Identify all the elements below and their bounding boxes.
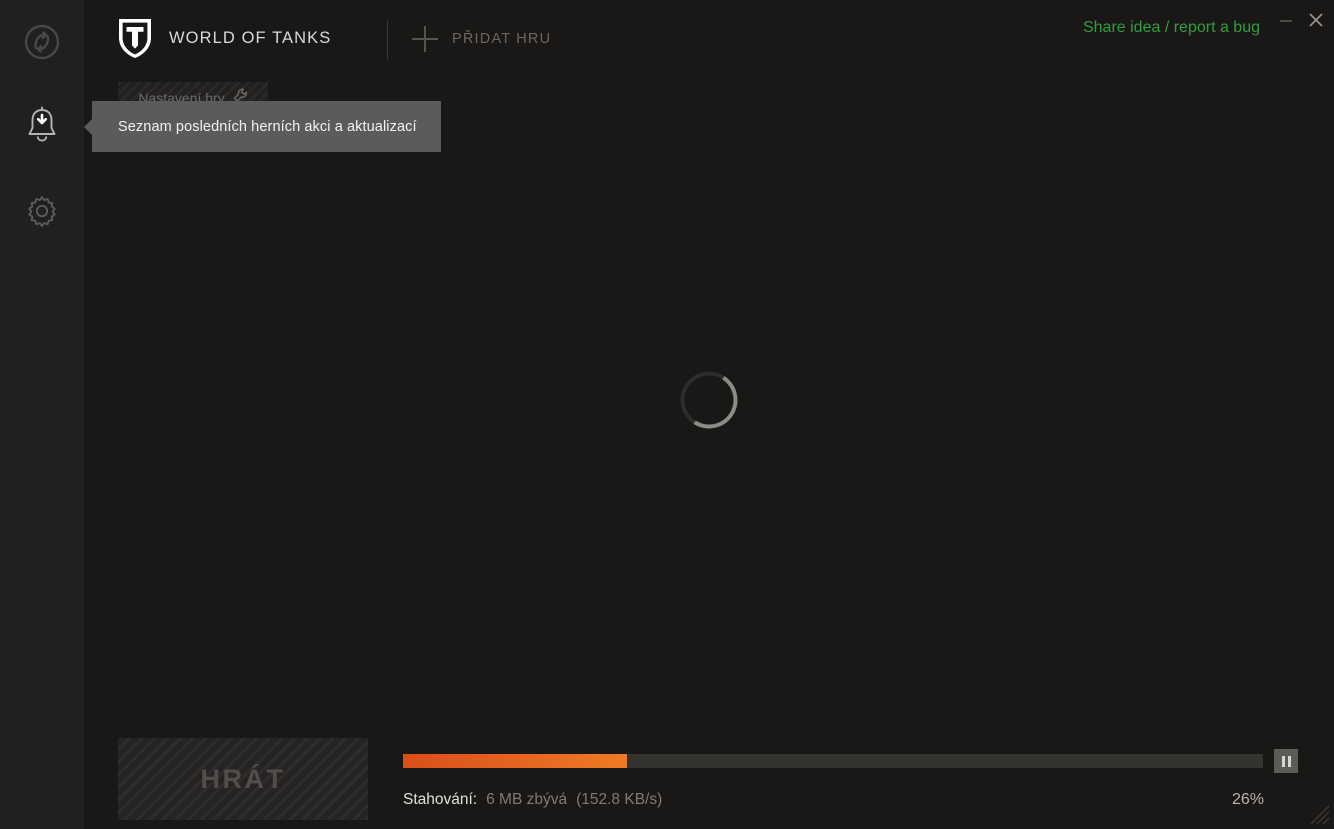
download-percent: 26% xyxy=(1231,791,1264,808)
sidebar-item-notifications[interactable] xyxy=(0,96,84,154)
wargaming-game-center-window: WORLD OF TANKS PŘIDAT HRU Share idea / r… xyxy=(0,0,1334,829)
close-icon xyxy=(1309,13,1323,27)
header-bar: WORLD OF TANKS PŘIDAT HRU Share idea / r… xyxy=(84,0,1334,80)
play-button-label: HRÁT xyxy=(200,763,286,794)
tooltip-arrow-icon xyxy=(84,119,92,135)
gear-icon xyxy=(25,194,59,228)
minimize-icon xyxy=(1280,20,1292,22)
play-button[interactable]: HRÁT xyxy=(118,738,368,820)
bottom-bar: HRÁT Stahování: 6 MB zbývá (152.8 KB/s) … xyxy=(84,719,1334,829)
world-of-tanks-shield-icon xyxy=(116,16,154,60)
download-label: Stahování: xyxy=(403,791,478,808)
report-bug-link[interactable]: Share idea / report a bug xyxy=(1083,19,1260,37)
download-progress-bar xyxy=(403,754,1263,768)
resize-grip-icon xyxy=(1310,805,1330,825)
resize-grip[interactable] xyxy=(1309,804,1331,826)
sidebar-item-wargaming-center[interactable] xyxy=(0,13,84,71)
download-remaining: 6 MB zbývá xyxy=(486,791,568,808)
minimize-button[interactable] xyxy=(1272,6,1300,34)
wargaming-center-icon xyxy=(23,23,61,61)
game-tab-world-of-tanks[interactable]: WORLD OF TANKS xyxy=(116,16,331,60)
download-status: Stahování: 6 MB zbývá (152.8 KB/s) xyxy=(403,791,662,809)
download-progress-fill xyxy=(403,754,627,768)
add-game-button[interactable]: PŘIDAT HRU xyxy=(412,26,551,52)
left-sidebar xyxy=(0,0,84,829)
pause-download-button[interactable] xyxy=(1274,749,1298,773)
header-divider xyxy=(387,20,388,60)
game-tab-title: WORLD OF TANKS xyxy=(169,28,332,47)
notifications-bell-download-icon xyxy=(23,105,61,145)
sidebar-item-settings[interactable] xyxy=(0,182,84,240)
notifications-tooltip: Seznam posledních herních akci a aktuali… xyxy=(84,101,441,152)
pause-icon-bar-right xyxy=(1287,755,1291,767)
add-game-label: PŘIDAT HRU xyxy=(452,31,552,47)
close-button[interactable] xyxy=(1302,6,1330,34)
plus-icon xyxy=(412,26,438,52)
tooltip-text: Seznam posledních herních akci a aktuali… xyxy=(118,118,417,135)
spinner-ring-icon xyxy=(675,365,743,434)
download-speed: (152.8 KB/s) xyxy=(576,791,663,808)
loading-spinner xyxy=(675,365,743,434)
main-content-area xyxy=(84,80,1334,719)
pause-icon-bar-left xyxy=(1281,755,1285,767)
